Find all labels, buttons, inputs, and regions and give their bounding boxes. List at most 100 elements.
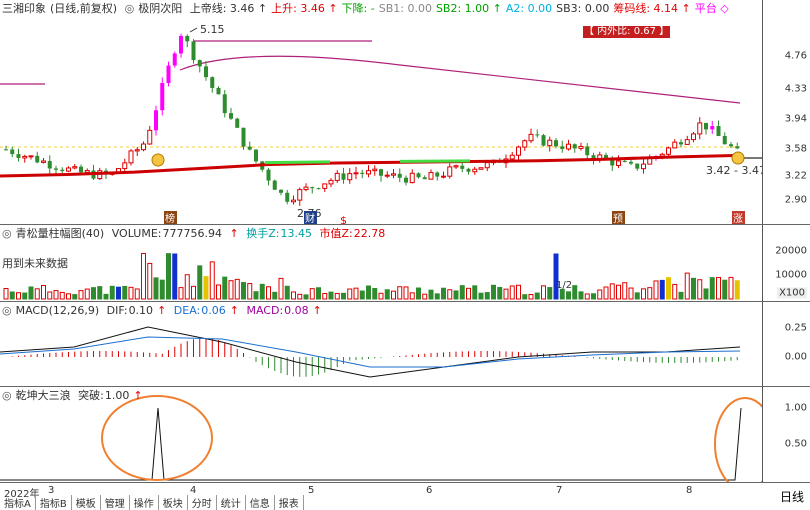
- volume-bar: [373, 289, 377, 299]
- dif-label: DIF:: [107, 304, 128, 317]
- volume-bar: [598, 290, 602, 299]
- up-arrow-icon: ↑: [133, 389, 142, 402]
- coin-icon: [732, 152, 744, 164]
- price-tick: 2.90: [785, 195, 807, 206]
- candle-body: [4, 149, 8, 150]
- marker-label: 财: [305, 212, 315, 224]
- volume-bar: [604, 287, 608, 299]
- candle-body: [292, 200, 296, 202]
- indicator-field: SB1: 0.00: [379, 2, 432, 15]
- candle-body: [317, 188, 321, 189]
- volume-bar: [210, 262, 214, 299]
- volume-bar: [435, 294, 439, 299]
- volume-bar: [310, 289, 314, 299]
- wave-title: 乾坤大三浪: [16, 389, 71, 402]
- price-panel: 5.152.763.42 - 3.47榜$预涨财 4.76 4.33 3.94 …: [0, 0, 810, 224]
- bottom-tab[interactable]: 板块: [159, 495, 188, 510]
- volume-label: VOLUME:: [112, 227, 162, 240]
- candle-body: [510, 155, 514, 159]
- marker-label: 榜: [165, 212, 175, 224]
- candle-body: [67, 168, 71, 171]
- candle-body: [617, 161, 621, 165]
- indicator-fields: 上帝线: 3.46 ↑上升: 3.46 ↑下降: -SB1: 0.00SB2: …: [190, 2, 733, 15]
- wave-axis: 1.00 0.50: [762, 387, 810, 482]
- period-label: (日线,前复权): [50, 2, 117, 15]
- ratio-badge: 【 内外比: 0.67 】: [583, 26, 670, 38]
- volume-bar: [673, 284, 677, 299]
- range-label: 3.42 - 3.47: [706, 164, 762, 177]
- volume-bar: [42, 285, 46, 299]
- turnover-value: 13.45: [280, 227, 312, 240]
- volume-bar: [142, 254, 146, 299]
- bottom-tab[interactable]: 管理: [101, 495, 130, 510]
- period-selector[interactable]: 日线: [780, 488, 804, 505]
- volume-bar: [329, 292, 333, 299]
- volume-bar: [460, 286, 464, 299]
- volume-bar: [17, 293, 21, 299]
- macd-header: ◎MACD(12,26,9) DIF:0.10↑ DEA:0.06↑ MACD:…: [2, 302, 326, 320]
- candle-body: [60, 170, 64, 171]
- volume-bar: [523, 295, 527, 299]
- coin-icon: [152, 154, 164, 166]
- candle-body: [723, 136, 727, 144]
- candle-body: [235, 119, 239, 128]
- dea-label: DEA:: [174, 304, 200, 317]
- wave-tick: 1.00: [785, 403, 807, 414]
- candle-body: [548, 140, 552, 145]
- volume-bar: [717, 278, 721, 299]
- volume-bar: [735, 281, 739, 299]
- candle-body: [48, 161, 52, 168]
- candle-body: [42, 161, 46, 162]
- volume-tick: 10000: [775, 270, 807, 281]
- candle-body: [460, 166, 464, 169]
- bottom-tab[interactable]: 统计: [217, 495, 246, 510]
- wave-header: ◎乾坤大三浪 突破:1.00↑: [2, 387, 147, 405]
- candle-body: [142, 144, 146, 150]
- macd-value: 0.08: [284, 304, 309, 317]
- volume-bar: [473, 286, 477, 299]
- bottom-tab[interactable]: 模板: [72, 495, 101, 510]
- up-arrow-icon: ↑: [230, 304, 239, 317]
- volume-bar: [548, 288, 552, 299]
- bottom-tab[interactable]: 报表: [275, 495, 304, 510]
- indicator-toggle-icon[interactable]: ◎: [2, 227, 12, 240]
- volume-unit-badge[interactable]: X100: [777, 288, 807, 299]
- candle-body: [148, 130, 152, 144]
- macd-tick: 0.25: [785, 323, 807, 334]
- bottom-tab[interactable]: 指标B: [36, 495, 72, 510]
- volume-bar: [485, 293, 489, 299]
- candle-body: [79, 167, 83, 173]
- indicator-toggle-icon[interactable]: ◎: [2, 389, 12, 402]
- candle-body: [223, 94, 227, 113]
- volume-bar: [260, 284, 264, 299]
- indicator-toggle-icon[interactable]: ◎: [2, 304, 12, 317]
- volume-bar: [298, 294, 302, 299]
- bottom-tabs: 指标A指标B模板管理操作板块分时统计信息报表: [0, 495, 304, 507]
- candle-body: [454, 166, 458, 167]
- bottom-tab[interactable]: 操作: [130, 495, 159, 510]
- bottom-tab[interactable]: 分时: [188, 495, 217, 510]
- marker-label: 预: [613, 213, 623, 224]
- candle-body: [667, 148, 671, 154]
- candle-body: [160, 83, 164, 110]
- candle-body: [523, 141, 527, 147]
- candle-body: [154, 110, 158, 130]
- candle-body: [229, 113, 233, 119]
- volume-bar: [379, 293, 383, 299]
- price-tick: 4.76: [785, 51, 807, 62]
- volume-tick: 20000: [775, 246, 807, 257]
- candle-body: [642, 164, 646, 169]
- date-axis-label: 5: [308, 485, 314, 496]
- candle-body: [54, 168, 58, 169]
- volume-bar: [273, 292, 277, 299]
- candle-body: [285, 193, 289, 202]
- volume-bar: [392, 291, 396, 299]
- up-arrow-icon: ↑: [229, 227, 238, 240]
- indicator-field: 平台 ◇: [695, 2, 729, 15]
- volume-bar: [254, 292, 258, 299]
- volume-bar: [29, 287, 33, 299]
- volume-bar: [642, 289, 646, 299]
- bottom-tab[interactable]: 指标A: [0, 495, 36, 510]
- bottom-tab[interactable]: 信息: [246, 495, 275, 510]
- indicator-toggle-icon[interactable]: ◎: [125, 2, 135, 15]
